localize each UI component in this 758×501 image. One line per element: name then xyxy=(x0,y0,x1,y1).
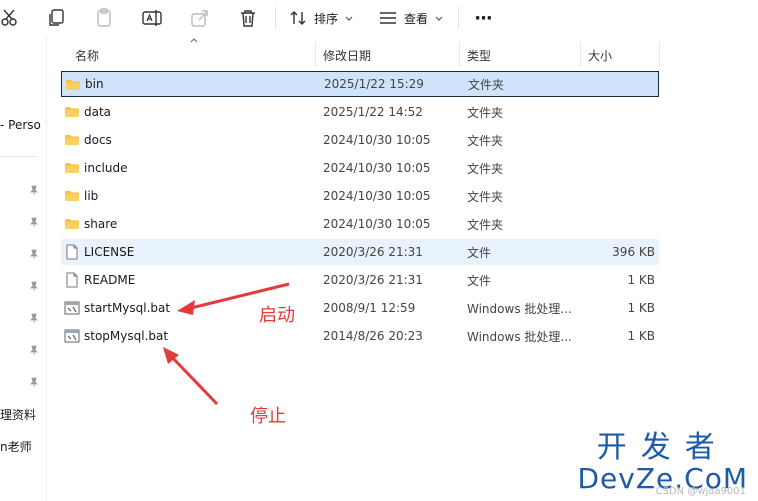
rename-icon xyxy=(142,10,162,26)
pin-icon xyxy=(30,217,38,227)
command-bar: 排序 查看 ··· xyxy=(0,0,758,36)
pin-icon xyxy=(30,281,38,291)
toolbar-divider xyxy=(458,7,459,29)
view-list-icon xyxy=(380,12,396,24)
chevron-down-icon xyxy=(345,16,353,21)
sort-icon xyxy=(290,11,306,25)
more-options-icon: ··· xyxy=(474,7,492,29)
more-options-button[interactable]: ··· xyxy=(470,6,496,30)
copy-icon xyxy=(49,9,64,26)
pin-icon xyxy=(30,185,38,195)
copy-button[interactable] xyxy=(44,6,68,30)
paste-button[interactable] xyxy=(92,6,116,30)
watermark: 开发者 DevZe.CoM xyxy=(577,431,748,493)
annotation-stop-label: 停止 xyxy=(250,406,286,427)
arrow-to-stop xyxy=(163,347,219,406)
annotation-start-label: 启动 xyxy=(259,305,295,326)
nav-item-person[interactable]: - Perso xyxy=(0,118,41,132)
nav-item-docs[interactable]: 理资料 xyxy=(0,406,36,423)
share-icon xyxy=(191,10,208,27)
toolbar-divider xyxy=(275,7,276,29)
navigation-pane: - Perso 理资料 n老师 xyxy=(0,36,47,501)
view-label: 查看 xyxy=(404,11,429,26)
share-button[interactable] xyxy=(188,6,212,30)
sort-label: 排序 xyxy=(314,11,339,26)
nav-divider xyxy=(0,156,36,157)
trash-icon xyxy=(241,10,255,27)
view-button[interactable]: 查看 xyxy=(378,6,448,30)
delete-button[interactable] xyxy=(236,6,260,30)
chevron-down-icon xyxy=(435,16,443,21)
pin-icon xyxy=(30,249,38,259)
watermark-csdn: CSDN @wjaa9001 xyxy=(655,486,746,497)
pin-icon xyxy=(30,377,38,387)
sort-button[interactable]: 排序 xyxy=(288,6,358,30)
pin-icon xyxy=(30,345,38,355)
clipboard-icon xyxy=(97,8,111,27)
rename-button[interactable] xyxy=(140,6,164,30)
nav-item-teacher[interactable]: n老师 xyxy=(0,438,32,455)
cut-button[interactable] xyxy=(0,6,22,30)
watermark-line1: 开发者 xyxy=(596,430,729,465)
scissors-icon xyxy=(1,9,17,26)
pin-icon xyxy=(30,313,38,323)
